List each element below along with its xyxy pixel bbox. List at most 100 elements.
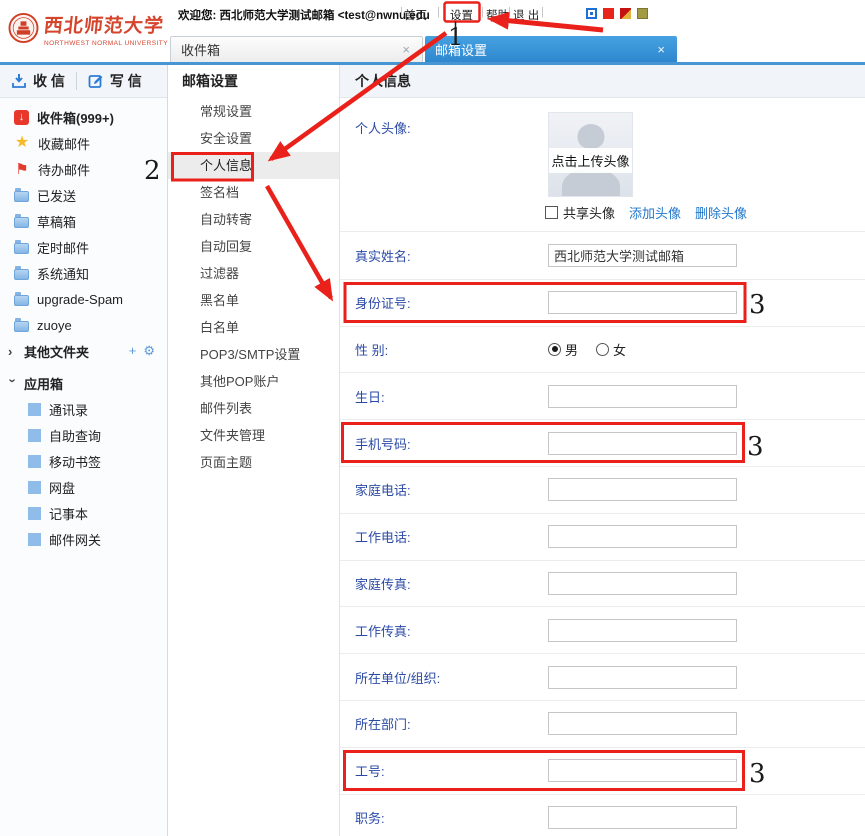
chevron-down-icon: ›	[6, 378, 21, 388]
radio-icon[interactable]	[596, 343, 609, 356]
tab-mail-settings[interactable]: 邮箱设置 ×	[425, 36, 677, 62]
app-icon	[28, 507, 41, 520]
sidebar-folder-item[interactable]: upgrade-Spam	[0, 286, 167, 312]
share-avatar-checkbox[interactable]	[545, 206, 558, 219]
sidebar-app-item[interactable]: 通讯录	[0, 396, 167, 422]
form-field-label: 生日:	[355, 387, 385, 406]
settings-menu-item[interactable]: 个人信息	[168, 152, 339, 179]
nav-home[interactable]: 首页	[404, 7, 427, 23]
chevron-right-icon: ›	[8, 344, 18, 359]
sidebar-folder-item[interactable]: 已发送	[0, 182, 167, 208]
settings-menu-item[interactable]: 页面主题	[168, 449, 339, 476]
close-icon[interactable]: ×	[655, 42, 667, 57]
sidebar-app-item[interactable]: 记事本	[0, 500, 167, 526]
add-folder-icon[interactable]: +	[129, 343, 137, 359]
theme-red-gold-icon[interactable]	[620, 8, 631, 19]
sidebar-folder-item[interactable]: zuoye	[0, 312, 167, 338]
theme-blue-icon[interactable]	[586, 8, 597, 19]
settings-menu-item[interactable]: 邮件列表	[168, 395, 339, 422]
form-field-row: 家庭传真:	[340, 560, 865, 607]
folder-settings-gear-icon[interactable]: ⚙	[143, 343, 155, 359]
gender-radio-男[interactable]: 男	[548, 340, 578, 359]
settings-menu-item[interactable]: 过滤器	[168, 260, 339, 287]
settings-menu-item[interactable]: 黑名单	[168, 287, 339, 314]
sidebar-folder-item[interactable]: 系统通知	[0, 260, 167, 286]
form-field-input[interactable]	[548, 385, 737, 408]
form-field-row: 真实姓名:	[340, 232, 865, 279]
theme-olive-icon[interactable]	[637, 8, 648, 19]
folder-icon	[14, 161, 30, 177]
sidebar-app-item[interactable]: 移动书签	[0, 448, 167, 474]
panel-title: 个人信息	[340, 65, 865, 98]
apps-toggle[interactable]: › 应用箱	[0, 370, 167, 396]
welcome-text: 欢迎您: 西北师范大学测试邮箱 <test@nwnu.edu	[178, 7, 430, 23]
tab-bar: 收件箱 × 邮箱设置 ×	[170, 36, 677, 62]
sidebar-folder-item[interactable]: 收件箱(999+)	[0, 104, 167, 130]
university-logo: 西北师范大学 NORTHWEST NORMAL UNIVERSITY	[8, 5, 168, 59]
sidebar-folder-item[interactable]: 待办邮件	[0, 156, 167, 182]
form-field-label: 职务:	[355, 808, 385, 827]
sidebar: 收 信 写 信 收件箱(999+) 收藏邮件	[0, 65, 168, 836]
form-field-label: 所在单位/组织:	[355, 668, 440, 687]
compose-button[interactable]: 写 信	[77, 71, 153, 91]
nav-separator: |	[541, 6, 544, 18]
webmail-app: 西北师范大学 NORTHWEST NORMAL UNIVERSITY 欢迎您: …	[0, 0, 865, 836]
form-field-row: 手机号码:	[340, 419, 865, 466]
form-field-row: 所在部门:	[340, 700, 865, 747]
settings-menu-item[interactable]: 常规设置	[168, 98, 339, 125]
folder-list: 收件箱(999+) 收藏邮件 待办邮件 已发送 草稿箱	[0, 98, 167, 338]
form-field-input[interactable]	[548, 478, 737, 501]
nav-logout[interactable]: 退 出	[513, 7, 539, 23]
form-field-label: 身份证号:	[355, 293, 411, 312]
sidebar-folder-item[interactable]: 定时邮件	[0, 234, 167, 260]
close-icon[interactable]: ×	[400, 42, 412, 57]
radio-icon[interactable]	[548, 343, 561, 356]
other-folders-toggle[interactable]: › 其他文件夹 + ⚙	[0, 338, 167, 364]
sidebar-app-item[interactable]: 自助查询	[0, 422, 167, 448]
form-field-input[interactable]	[548, 432, 737, 455]
nav-help[interactable]: 帮助	[486, 7, 509, 23]
form-field-input[interactable]	[548, 572, 737, 595]
form-field-input[interactable]	[548, 525, 737, 548]
settings-menu-item[interactable]: 自动转寄	[168, 206, 339, 233]
form-field-input[interactable]	[548, 291, 737, 314]
sidebar-folder-item[interactable]: 草稿箱	[0, 208, 167, 234]
settings-menu-item[interactable]: 自动回复	[168, 233, 339, 260]
add-avatar-link[interactable]: 添加头像	[629, 203, 681, 222]
settings-menu-item[interactable]: 安全设置	[168, 125, 339, 152]
apps-list: 通讯录 自助查询 移动书签 网盘 记事本	[0, 396, 167, 552]
receive-mail-button[interactable]: 收 信	[0, 71, 76, 91]
form-field-input[interactable]	[548, 244, 737, 267]
compose-icon	[88, 73, 104, 89]
form-field-label: 家庭传真:	[355, 574, 411, 593]
form-field-input[interactable]	[548, 806, 737, 829]
settings-menu-item[interactable]: 白名单	[168, 314, 339, 341]
form-field-row: 职务:	[340, 794, 865, 836]
settings-menu-item[interactable]: 其他POP账户	[168, 368, 339, 395]
receive-mail-icon	[11, 73, 27, 89]
upload-avatar-overlay[interactable]: 点击上传头像	[548, 148, 633, 173]
settings-menu-item[interactable]: POP3/SMTP设置	[168, 341, 339, 368]
form-field-input[interactable]	[548, 712, 737, 735]
folder-icon	[14, 191, 29, 202]
sidebar-app-item[interactable]: 网盘	[0, 474, 167, 500]
avatar-upload[interactable]: 点击上传头像	[548, 112, 633, 197]
tab-inbox[interactable]: 收件箱 ×	[170, 36, 423, 62]
sidebar-folder-item[interactable]: 收藏邮件	[0, 130, 167, 156]
folder-icon	[14, 243, 29, 254]
form-field-row: 身份证号:	[340, 279, 865, 326]
settings-menu-item[interactable]: 文件夹管理	[168, 422, 339, 449]
gender-radio-女[interactable]: 女	[596, 340, 626, 359]
app-icon	[28, 481, 41, 494]
form-field-input[interactable]	[548, 759, 737, 782]
nav-settings[interactable]: 设置	[450, 7, 473, 23]
form-field-input[interactable]	[548, 619, 737, 642]
sidebar-app-item[interactable]: 邮件网关	[0, 526, 167, 552]
settings-menu-item[interactable]: 签名档	[168, 179, 339, 206]
theme-red-icon[interactable]	[603, 8, 614, 19]
university-seal-icon	[8, 7, 39, 49]
form-field-row: 性 别:男女	[340, 326, 865, 373]
remove-avatar-link[interactable]: 删除头像	[695, 203, 747, 222]
form-field-input[interactable]	[548, 666, 737, 689]
app-icon	[28, 533, 41, 546]
